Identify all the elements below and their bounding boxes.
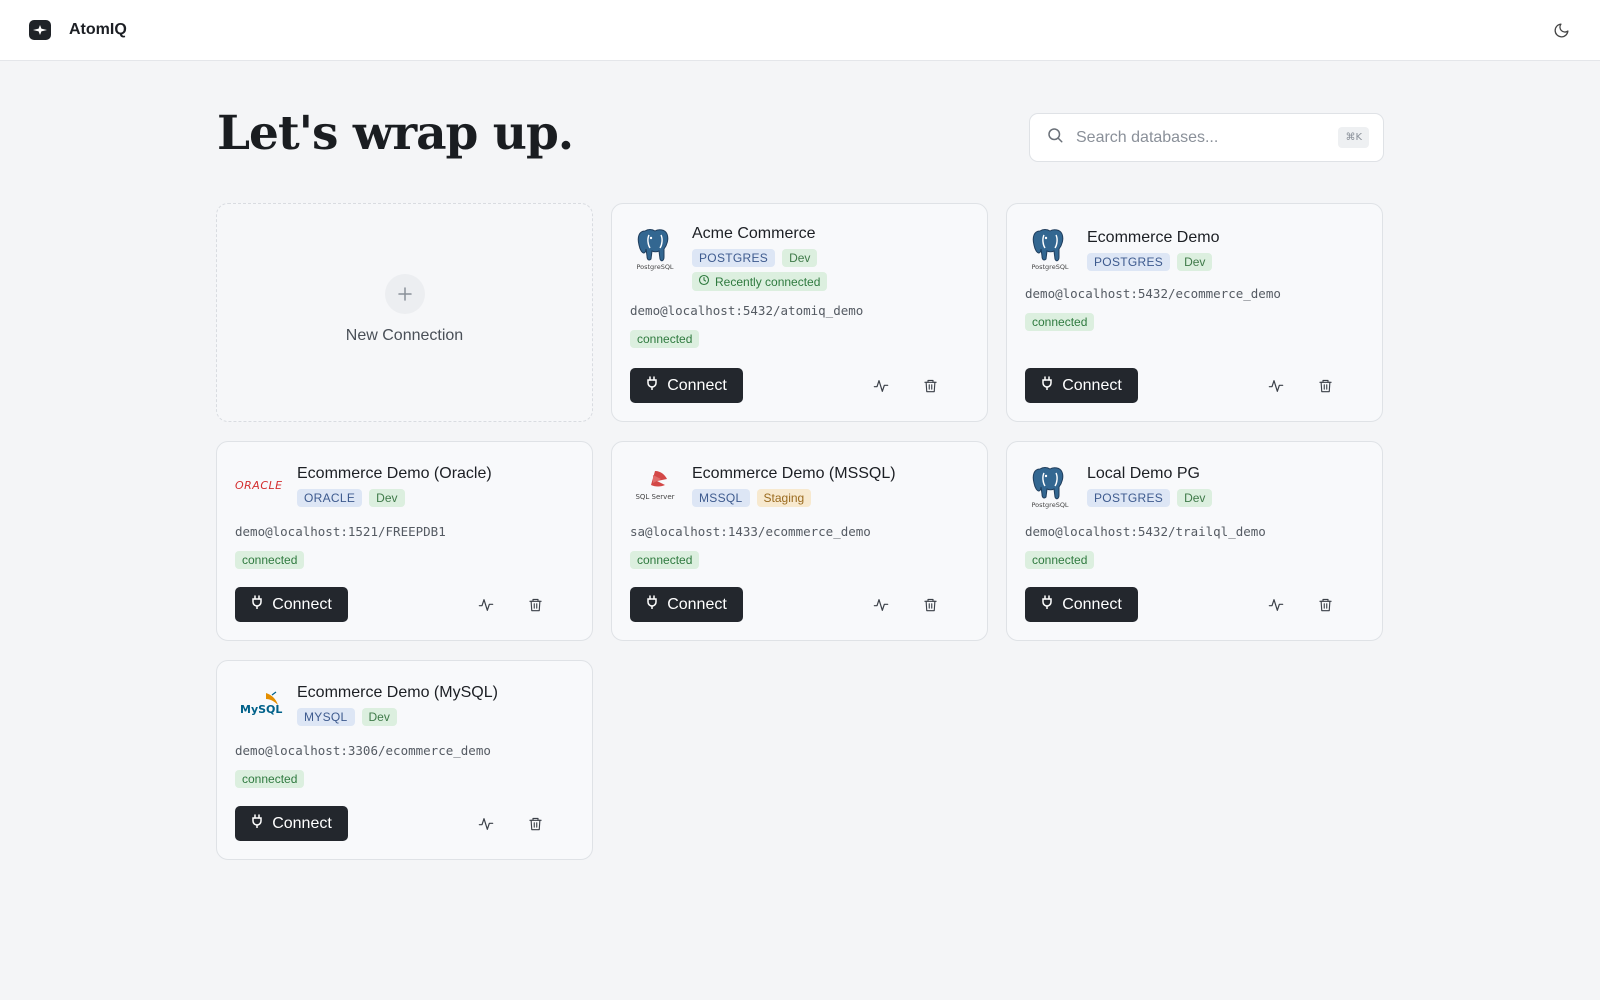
- delete-trash-icon[interactable]: [918, 374, 942, 398]
- connection-name: Ecommerce Demo (MSSQL): [692, 465, 896, 482]
- health-check-activity-icon[interactable]: [1264, 593, 1288, 617]
- connection-name: Ecommerce Demo: [1087, 229, 1220, 246]
- delete-trash-icon[interactable]: [523, 812, 547, 836]
- svg-text:PostgreSQL: PostgreSQL: [636, 263, 673, 271]
- connection-name: Acme Commerce: [692, 225, 816, 242]
- postgresql-logo-icon: PostgreSQL: [1025, 460, 1075, 510]
- svg-text:PostgreSQL: PostgreSQL: [1031, 501, 1068, 509]
- connect-button[interactable]: Connect: [1025, 368, 1138, 403]
- connection-card: MySQL Ecommerce Demo (MySQL) MYSQL Dev d…: [216, 660, 593, 860]
- svg-text:PostgreSQL: PostgreSQL: [1031, 263, 1068, 271]
- plug-icon: [646, 376, 658, 395]
- connect-button-label: Connect: [667, 376, 727, 394]
- delete-trash-icon[interactable]: [918, 593, 942, 617]
- status-badge: connected: [630, 330, 700, 348]
- search-box[interactable]: ⌘K: [1029, 113, 1384, 162]
- connection-name: Local Demo PG: [1087, 465, 1200, 482]
- connection-string: demo@localhost:5432/atomiq_demo: [630, 303, 864, 318]
- postgresql-logo-icon: PostgreSQL: [1025, 222, 1075, 272]
- recently-connected-label: Recently connected: [715, 274, 821, 289]
- connection-string: demo@localhost:5432/ecommerce_demo: [1025, 286, 1281, 301]
- app-logo-icon: [29, 20, 51, 40]
- search-icon: [1046, 126, 1064, 149]
- clock-icon: [698, 274, 710, 289]
- connect-button-label: Connect: [1062, 595, 1122, 613]
- db-type-badge: MYSQL: [297, 708, 355, 726]
- recently-connected-badge: Recently connected: [692, 272, 828, 291]
- new-connection-label: New Connection: [345, 327, 464, 344]
- new-connection-card[interactable]: New Connection: [216, 203, 593, 422]
- env-badge: Dev: [369, 489, 405, 507]
- delete-trash-icon[interactable]: [1313, 374, 1337, 398]
- connection-card: PostgreSQL Ecommerce Demo POSTGRES Dev d…: [1006, 203, 1383, 422]
- svg-text:ORACLE: ORACLE: [235, 479, 283, 492]
- page-heading: Let's wrap up.: [217, 106, 574, 161]
- delete-trash-icon[interactable]: [1313, 593, 1337, 617]
- app-title: AtomIQ: [69, 21, 127, 38]
- env-badge: Dev: [1177, 253, 1213, 271]
- status-badge: connected: [630, 551, 700, 569]
- connect-button-label: Connect: [667, 595, 727, 613]
- connection-card: ORACLE Ecommerce Demo (Oracle) ORACLE De…: [216, 441, 593, 641]
- delete-trash-icon[interactable]: [523, 593, 547, 617]
- connect-button-label: Connect: [1062, 376, 1122, 394]
- connect-button[interactable]: Connect: [1025, 587, 1138, 622]
- top-bar: AtomIQ: [0, 0, 1600, 61]
- env-badge: Dev: [1177, 489, 1213, 507]
- oracle-logo-icon: ORACLE: [235, 460, 285, 510]
- db-type-badge: ORACLE: [297, 489, 363, 507]
- search-shortcut-badge: ⌘K: [1338, 127, 1369, 148]
- status-badge: connected: [235, 770, 305, 788]
- plug-icon: [1041, 595, 1053, 614]
- health-check-activity-icon[interactable]: [869, 374, 893, 398]
- health-check-activity-icon[interactable]: [869, 593, 893, 617]
- connection-string: demo@localhost:5432/trailql_demo: [1025, 524, 1266, 539]
- db-type-badge: POSTGRES: [1087, 253, 1171, 271]
- db-type-badge: POSTGRES: [692, 249, 776, 267]
- health-check-activity-icon[interactable]: [1264, 374, 1288, 398]
- status-badge: connected: [1025, 313, 1095, 331]
- connect-button-label: Connect: [272, 595, 332, 613]
- connections-grid: New Connection PostgreSQL Acme Commerce …: [216, 203, 1383, 860]
- status-badge: connected: [235, 551, 305, 569]
- plug-icon: [646, 595, 658, 614]
- connect-button[interactable]: Connect: [630, 368, 743, 403]
- env-badge: Dev: [782, 249, 818, 267]
- connection-card: SQL Server Ecommerce Demo (MSSQL) MSSQL …: [611, 441, 988, 641]
- connect-button[interactable]: Connect: [235, 806, 348, 841]
- connect-button-label: Connect: [272, 814, 332, 832]
- search-input[interactable]: [1076, 128, 1339, 147]
- db-type-badge: MSSQL: [692, 489, 750, 507]
- connection-name: Ecommerce Demo (Oracle): [297, 465, 492, 482]
- connect-button[interactable]: Connect: [235, 587, 348, 622]
- sql-server-logo-icon: SQL Server: [630, 460, 680, 510]
- postgresql-logo-icon: PostgreSQL: [630, 222, 680, 272]
- theme-toggle-moon-icon[interactable]: [1551, 20, 1571, 40]
- env-badge: Staging: [756, 489, 812, 507]
- plug-icon: [1041, 376, 1053, 395]
- status-badge: connected: [1025, 551, 1095, 569]
- env-badge: Dev: [361, 708, 397, 726]
- connection-string: demo@localhost:1521/FREEPDB1: [235, 524, 446, 539]
- connect-button[interactable]: Connect: [630, 587, 743, 622]
- svg-text:MySQL: MySQL: [240, 703, 282, 716]
- mysql-logo-icon: MySQL: [235, 679, 285, 729]
- health-check-activity-icon[interactable]: [474, 812, 498, 836]
- connection-card: PostgreSQL Acme Commerce POSTGRES Dev Re…: [611, 203, 988, 422]
- health-check-activity-icon[interactable]: [474, 593, 498, 617]
- plug-icon: [251, 595, 263, 614]
- connection-card: PostgreSQL Local Demo PG POSTGRES Dev de…: [1006, 441, 1383, 641]
- plug-icon: [251, 814, 263, 833]
- connection-name: Ecommerce Demo (MySQL): [297, 684, 498, 701]
- svg-text:SQL Server: SQL Server: [635, 493, 674, 501]
- connection-string: demo@localhost:3306/ecommerce_demo: [235, 743, 491, 758]
- db-type-badge: POSTGRES: [1087, 489, 1171, 507]
- connection-string: sa@localhost:1433/ecommerce_demo: [630, 524, 871, 539]
- plus-icon: [384, 274, 425, 314]
